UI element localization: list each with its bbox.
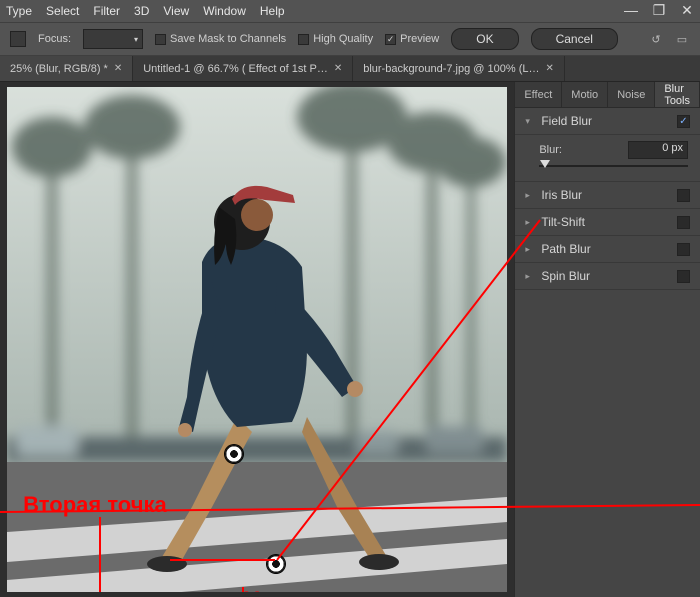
doc-tab-1-label: 25% (Blur, RGB/8) * <box>10 63 108 75</box>
iris-blur-checkbox[interactable] <box>677 189 690 202</box>
field-blur-body: Blur: 0 px <box>515 135 700 182</box>
window-restore-icon[interactable]: ❐ <box>652 2 666 19</box>
panel-tab-effect[interactable]: Effect <box>515 82 562 107</box>
high-quality-checkbox[interactable] <box>298 34 309 45</box>
tilt-shift-checkbox[interactable] <box>677 216 690 229</box>
menu-select[interactable]: Select <box>46 4 79 18</box>
menu-help[interactable]: Help <box>260 4 285 18</box>
panel-tab-motion[interactable]: Motio <box>562 82 608 107</box>
canvas-area[interactable]: Вторая точка Нижняя часть без размытия <box>0 82 514 597</box>
workspace-icon[interactable]: ▭ <box>674 31 690 47</box>
doc-tab-2-label: Untitled-1 @ 66.7% ( Effect of 1st P… <box>143 63 328 75</box>
annotation-line-v1 <box>99 517 101 592</box>
preview-label: Preview <box>400 33 439 45</box>
section-path-blur-label: Path Blur <box>541 242 590 256</box>
focus-dropdown[interactable]: ▾ <box>83 29 143 49</box>
preview-option[interactable]: Preview <box>385 33 439 45</box>
blur-slider-label: Blur: <box>539 144 562 156</box>
blur-value-input[interactable]: 0 px <box>628 141 688 159</box>
section-field-blur-label: Field Blur <box>541 114 592 128</box>
section-tilt-shift-label: Tilt-Shift <box>541 215 585 229</box>
window-close-icon[interactable]: ✕ <box>680 2 694 19</box>
chevron-right-icon: ▸ <box>525 244 535 255</box>
close-icon[interactable]: ✕ <box>545 63 553 74</box>
doc-tab-2[interactable]: Untitled-1 @ 66.7% ( Effect of 1st P… ✕ <box>133 56 353 81</box>
menubar: Type Select Filter 3D View Window Help —… <box>0 0 700 22</box>
chevron-right-icon: ▸ <box>525 271 535 282</box>
ok-button[interactable]: OK <box>451 28 518 50</box>
save-mask-option[interactable]: Save Mask to Channels <box>155 33 286 45</box>
close-icon[interactable]: ✕ <box>334 63 342 74</box>
chevron-down-icon: ▾ <box>525 116 535 127</box>
tool-preset-icon[interactable] <box>10 31 26 47</box>
focus-label: Focus: <box>38 33 71 45</box>
annotation-bottom-nosharp: Нижняя часть без размытия <box>243 587 408 592</box>
document-canvas[interactable]: Вторая точка Нижняя часть без размытия <box>7 87 507 592</box>
reset-icon[interactable]: ↺ <box>648 31 664 47</box>
section-spin-blur[interactable]: ▸ Spin Blur <box>515 263 700 290</box>
menu-type[interactable]: Type <box>6 4 32 18</box>
save-mask-checkbox[interactable] <box>155 34 166 45</box>
menu-window[interactable]: Window <box>203 4 246 18</box>
save-mask-label: Save Mask to Channels <box>170 33 286 45</box>
doc-tab-3[interactable]: blur-background-7.jpg @ 100% (L… ✕ <box>353 56 565 81</box>
section-field-blur[interactable]: ▾ Field Blur <box>515 108 700 135</box>
doc-tab-1[interactable]: 25% (Blur, RGB/8) * ✕ <box>0 56 133 81</box>
blur-slider-thumb[interactable] <box>540 160 550 168</box>
high-quality-label: High Quality <box>313 33 373 45</box>
document-tabs: 25% (Blur, RGB/8) * ✕ Untitled-1 @ 66.7%… <box>0 56 700 82</box>
options-bar: Focus: ▾ Save Mask to Channels High Qual… <box>0 22 700 56</box>
panel-tabs: Effect Motio Noise Blur Tools <box>515 82 700 108</box>
window-minimize-icon[interactable]: — <box>624 2 638 19</box>
section-iris-blur-label: Iris Blur <box>541 188 582 202</box>
panel-tab-noise[interactable]: Noise <box>608 82 655 107</box>
menu-3d[interactable]: 3D <box>134 4 149 18</box>
field-blur-checkbox[interactable] <box>677 115 690 128</box>
annotation-line-v2 <box>242 587 244 592</box>
section-tilt-shift[interactable]: ▸ Tilt-Shift <box>515 209 700 236</box>
spin-blur-checkbox[interactable] <box>677 270 690 283</box>
blur-tools-panel: Effect Motio Noise Blur Tools ▾ Field Bl… <box>514 82 700 597</box>
section-spin-blur-label: Spin Blur <box>541 269 590 283</box>
menu-view[interactable]: View <box>163 4 189 18</box>
blur-slider[interactable] <box>539 165 688 167</box>
panel-tab-blur-tools[interactable]: Blur Tools <box>655 82 700 107</box>
section-iris-blur[interactable]: ▸ Iris Blur <box>515 182 700 209</box>
chevron-right-icon: ▸ <box>525 190 535 201</box>
high-quality-option[interactable]: High Quality <box>298 33 373 45</box>
preview-checkbox[interactable] <box>385 34 396 45</box>
annotation-second-point: Вторая точка <box>23 492 167 518</box>
section-path-blur[interactable]: ▸ Path Blur <box>515 236 700 263</box>
path-blur-checkbox[interactable] <box>677 243 690 256</box>
close-icon[interactable]: ✕ <box>114 63 122 74</box>
menu-filter[interactable]: Filter <box>93 4 120 18</box>
chevron-right-icon: ▸ <box>525 217 535 228</box>
cancel-button[interactable]: Cancel <box>531 28 618 50</box>
doc-tab-3-label: blur-background-7.jpg @ 100% (L… <box>363 63 539 75</box>
